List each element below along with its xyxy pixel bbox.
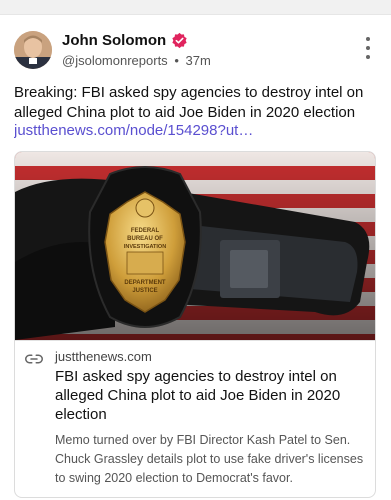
more-vertical-icon-dot (366, 55, 370, 59)
card-body: justthenews.com FBI asked spy agencies t… (15, 340, 375, 497)
link-icon (25, 354, 43, 364)
meta-separator: • (174, 53, 179, 68)
author-row: John Solomon (62, 32, 188, 49)
avatar-image (14, 31, 52, 69)
post-text: Breaking: FBI asked spy agencies to dest… (14, 84, 364, 121)
author-name[interactable]: John Solomon (62, 32, 166, 49)
more-vertical-icon-dot (366, 46, 370, 50)
post-time[interactable]: 37m (186, 53, 211, 68)
badge-text-line5: JUSTICE (132, 288, 157, 294)
badge-text-line4: DEPARTMENT (124, 280, 166, 286)
card-image[interactable]: FEDERAL BUREAU OF INVESTIGATION DEPARTME… (15, 152, 376, 340)
post-card: John Solomon @jsolomonreports • 37m Brea… (0, 14, 391, 500)
card-domain: justthenews.com (55, 349, 152, 364)
author-meta: @jsolomonreports • 37m (62, 53, 211, 68)
link-preview-card[interactable]: FEDERAL BUREAU OF INVESTIGATION DEPARTME… (14, 151, 376, 498)
badge-text-line3: INVESTIGATION (124, 244, 166, 250)
author-handle[interactable]: @jsolomonreports (62, 53, 168, 68)
more-vertical-icon (366, 37, 370, 41)
badge-text-line2: BUREAU OF (127, 236, 163, 242)
more-options-button[interactable] (363, 37, 373, 59)
badge-text-line1: FEDERAL (131, 228, 160, 234)
post-link[interactable]: justthenews.com/node/154298?ut… (14, 121, 379, 140)
card-description: Memo turned over by FBI Director Kash Pa… (55, 433, 364, 485)
verified-badge-icon (172, 32, 187, 49)
card-title[interactable]: FBI asked spy agencies to destroy intel … (55, 367, 367, 424)
avatar[interactable] (14, 31, 52, 69)
